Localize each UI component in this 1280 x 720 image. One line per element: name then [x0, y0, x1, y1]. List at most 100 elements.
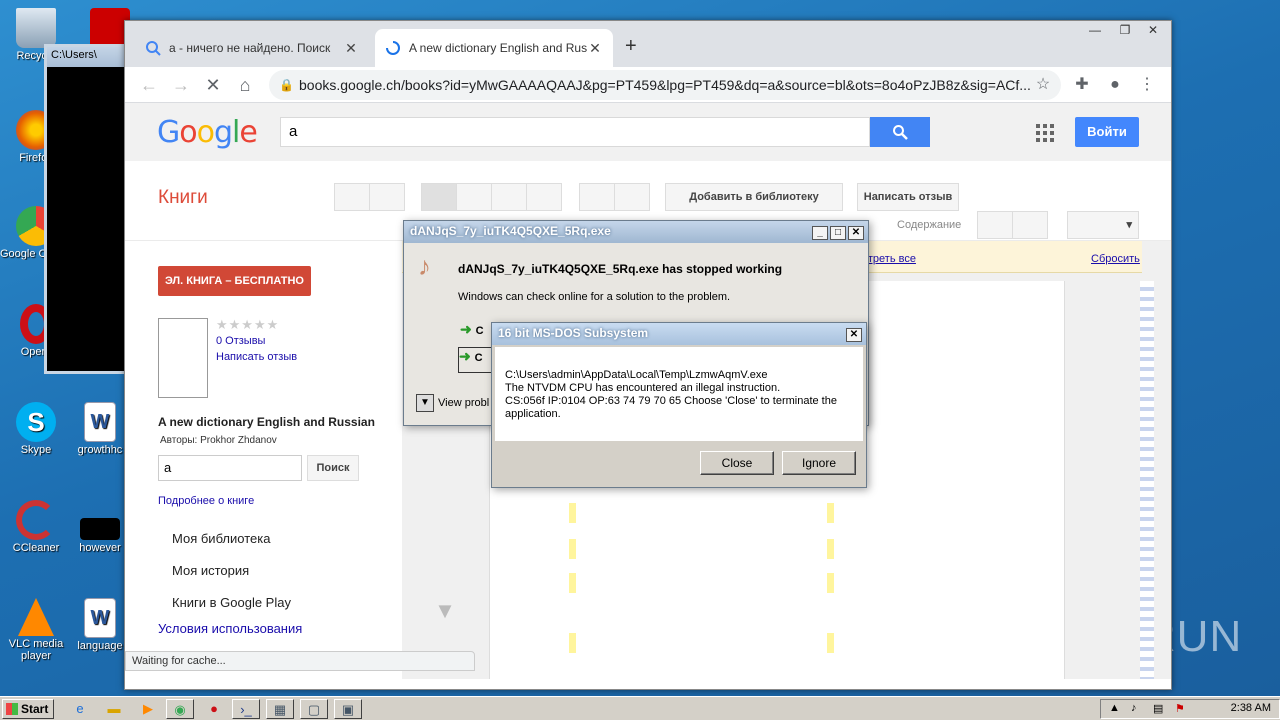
highlight-mark: [569, 573, 576, 593]
status-bar: Waiting for cache...: [125, 651, 475, 671]
show-all-link[interactable]: отреть все: [862, 253, 916, 265]
highlight-mark: [827, 633, 834, 653]
add-to-library-button[interactable]: Добавить в библиотеку: [665, 183, 843, 211]
view-mode-button[interactable]: [421, 183, 457, 211]
page-nav-button[interactable]: [1012, 211, 1048, 239]
volume-icon[interactable]: ♪: [1131, 702, 1137, 714]
word-doc-icon: W: [84, 402, 116, 442]
desktop-icon-skype[interactable]: S Skype: [0, 402, 72, 456]
crash-report-icon[interactable]: ▣: [334, 699, 362, 719]
new-tab-button[interactable]: +: [625, 35, 637, 58]
close-window-button[interactable]: ✕: [1139, 21, 1167, 41]
flag-icon[interactable]: ⚑: [1175, 702, 1185, 715]
crash-dialog-title: dANJqS_7y_iuTK4Q5QXE_5Rq.exe: [410, 224, 611, 238]
desktop-icon-ccleaner[interactable]: CCleaner: [0, 500, 72, 554]
more-about-book-link[interactable]: Подробнее о книге: [158, 495, 254, 507]
lock-icon: 🔒: [279, 78, 294, 92]
menu-icon[interactable]: ⋮: [1135, 73, 1159, 97]
close-icon[interactable]: ✕: [343, 40, 359, 57]
page-thumbnail-strip[interactable]: [1140, 281, 1154, 679]
tab-book[interactable]: A new dictionary English and Russian ✕: [375, 29, 613, 67]
stop-button[interactable]: ✕: [201, 73, 225, 97]
ignore-button[interactable]: Ignore: [782, 451, 856, 475]
recycle-bin-icon: [16, 8, 56, 48]
search-icon: [145, 40, 161, 56]
extensions-icon[interactable]: ✚: [1070, 73, 1094, 97]
msdos-line-path: C:\Users\admin\AppData\Local\Temp\LzmwAq…: [505, 369, 768, 381]
desktop-icon-label: CCleaner: [12, 542, 60, 554]
signin-button[interactable]: Войти: [1075, 117, 1139, 147]
write-review-link[interactable]: Написать отзыв: [216, 351, 297, 363]
in-book-search-input[interactable]: a: [158, 455, 302, 481]
forward-button[interactable]: →: [169, 73, 193, 97]
desktop-icon-vlc[interactable]: VLC media player: [0, 598, 72, 662]
terms-link[interactable]: Условия использования: [158, 621, 302, 636]
msdos-dialog-titlebar: 16 bit MS-DOS Subsystem ✕: [492, 323, 866, 345]
search-button[interactable]: [870, 117, 930, 147]
back-button[interactable]: ←: [137, 73, 161, 97]
browser-toolbar: ← → ✕ ⌂ 🔒 books.google.ch/books?id=yMwGA…: [125, 67, 1171, 103]
media-player-icon[interactable]: ▶: [134, 699, 162, 719]
folder-icon[interactable]: ▬: [100, 699, 128, 719]
page-nav-button[interactable]: [977, 211, 1013, 239]
tray-arrow-icon[interactable]: ▲: [1109, 702, 1120, 714]
close-button-dos[interactable]: Close: [700, 451, 774, 475]
write-review-button[interactable]: Написать отзыв: [857, 183, 959, 211]
cmd-window[interactable]: C:\Users\: [44, 44, 128, 374]
contents-label[interactable]: Содержание: [897, 219, 961, 231]
maximize-button[interactable]: □: [830, 226, 846, 240]
opera-taskbar-icon[interactable]: ●: [200, 699, 228, 719]
chrome-taskbar-icon[interactable]: ◉: [166, 699, 194, 719]
close-button[interactable]: ✕: [846, 328, 862, 342]
toolbar-button[interactable]: [369, 183, 405, 211]
settings-dropdown[interactable]: ▾: [1067, 211, 1139, 239]
network-icon[interactable]: ▤: [1153, 702, 1163, 715]
minimize-button[interactable]: —: [1081, 21, 1109, 41]
close-icon[interactable]: ✕: [587, 40, 603, 57]
option-label: C: [474, 352, 483, 364]
powershell-icon[interactable]: ›_: [232, 699, 260, 719]
minimize-button[interactable]: _: [812, 226, 828, 240]
profile-icon[interactable]: ●: [1103, 73, 1127, 97]
books-label[interactable]: Книги: [158, 187, 208, 209]
toolbar-button[interactable]: [579, 183, 615, 211]
menu-google-play-books[interactable]: Книги в Google Play: [172, 595, 291, 610]
msdos-line-registers: CS:056f IP:0104 OP:63 74 79 70 65 Choose…: [505, 395, 837, 407]
menu-my-history[interactable]: Моя история: [172, 563, 249, 578]
skype-icon: S: [16, 402, 56, 442]
reviews-link[interactable]: 0 Отзывы: [216, 335, 265, 347]
search-input[interactable]: a: [280, 117, 870, 147]
music-note-icon: ♪: [418, 251, 431, 281]
highlight-mark: [569, 539, 576, 559]
view-mode-button[interactable]: [526, 183, 562, 211]
apps-grid-icon[interactable]: [1035, 123, 1055, 143]
close-button[interactable]: ✕: [848, 226, 864, 240]
ntvdm-icon[interactable]: ▢: [300, 699, 328, 719]
view-mode-button[interactable]: [491, 183, 527, 211]
view-problem-details[interactable]: ▼ View probl: [416, 394, 489, 412]
program-icon[interactable]: ▦: [266, 699, 294, 719]
google-header: Google a Войти: [125, 103, 1171, 161]
toolbar-button[interactable]: [614, 183, 650, 211]
msdos-dialog: 16 bit MS-DOS Subsystem ✕ C:\Users\admin…: [491, 322, 867, 488]
home-button[interactable]: ⌂: [233, 73, 257, 97]
in-book-search-button[interactable]: Поиск: [307, 455, 359, 481]
chevron-down-icon[interactable]: ▼: [402, 591, 488, 631]
reset-link[interactable]: Сбросить: [1091, 253, 1140, 265]
desktop-icon-label: Skype: [20, 444, 52, 456]
ie-icon[interactable]: e: [66, 699, 94, 719]
book-cover[interactable]: [158, 318, 208, 398]
toolbar-button[interactable]: [334, 183, 370, 211]
ebook-free-button[interactable]: ЭЛ. КНИГА – БЕСПЛАТНО: [158, 266, 311, 296]
start-button[interactable]: Start: [2, 699, 54, 719]
url-text: books.google.ch/books?id=yMwGAAAAQAAJ&pg…: [299, 77, 1031, 93]
restore-button[interactable]: ❐: [1111, 21, 1139, 41]
menu-my-library[interactable]: Моя библиотека: [172, 531, 270, 546]
view-mode-button[interactable]: [456, 183, 492, 211]
black-file-icon: [80, 518, 120, 540]
address-bar[interactable]: 🔒 books.google.ch/books?id=yMwGAAAAQAAJ&…: [269, 70, 1061, 100]
clock[interactable]: 2:38 AM: [1231, 702, 1271, 714]
tab-search[interactable]: a - ничего не найдено. Поиск ✕: [135, 29, 369, 67]
bookmark-star-icon[interactable]: ☆: [1031, 73, 1055, 97]
google-logo[interactable]: Google: [157, 115, 258, 150]
